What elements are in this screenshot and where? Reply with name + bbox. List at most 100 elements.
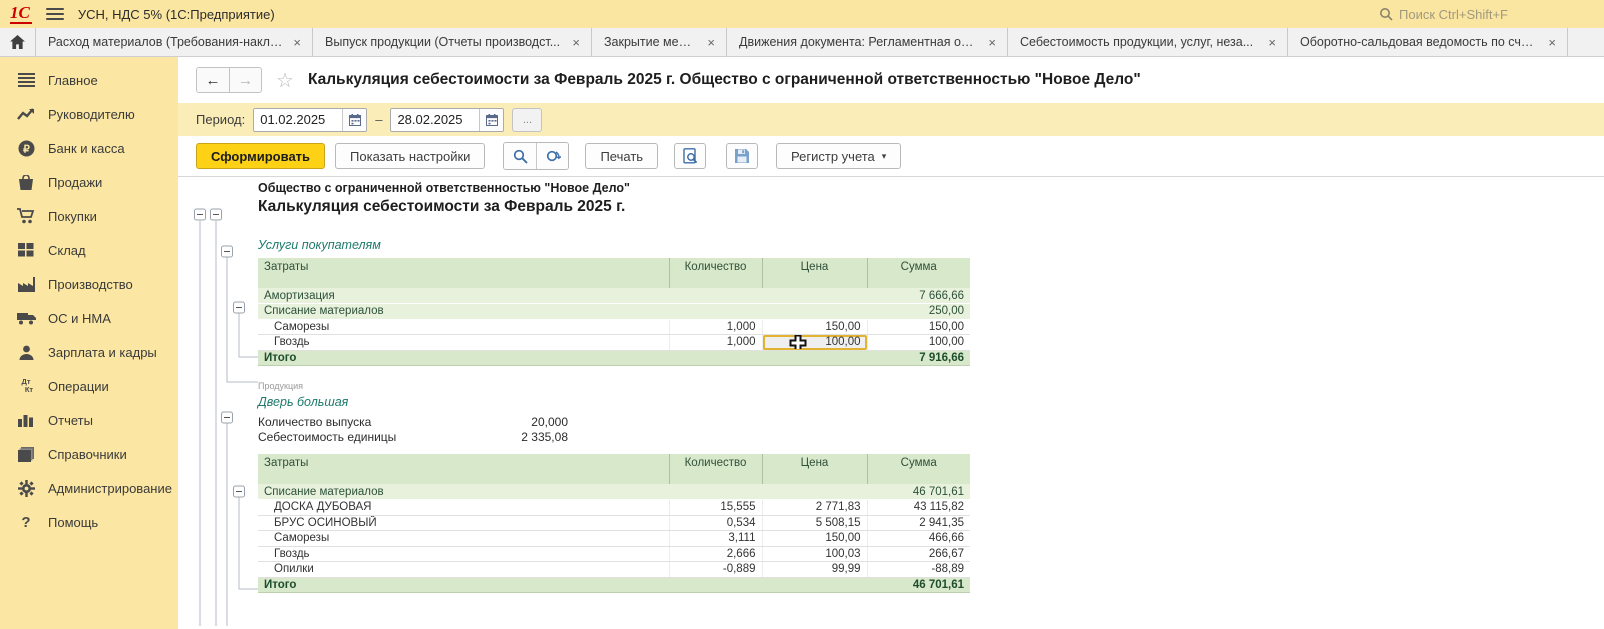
close-icon[interactable]: ×: [569, 35, 583, 50]
show-settings-button[interactable]: Показать настройки: [335, 143, 485, 169]
period-label: Период:: [196, 112, 245, 127]
chevron-down-icon: ▾: [882, 151, 887, 162]
close-icon[interactable]: ×: [1265, 35, 1279, 50]
sidebar-item-prodazhi[interactable]: Продажи: [0, 165, 178, 199]
generate-button[interactable]: Сформировать: [196, 143, 325, 169]
collapse-group-icon[interactable]: [211, 209, 222, 220]
sidebar-item-operacii[interactable]: ДтКт Операции: [0, 369, 178, 403]
collapse-group-icon[interactable]: [234, 486, 245, 497]
report-area: Общество с ограниченной ответственностью…: [178, 177, 1604, 626]
section-kicker: Продукция: [258, 381, 1058, 391]
main-menu-icon[interactable]: [46, 8, 64, 20]
tab-dvizheniya-dokumenta[interactable]: Движения документа: Регламентная оп... ×: [727, 28, 1008, 56]
column-header[interactable]: Количество: [669, 258, 762, 288]
cell-cursor-icon: [789, 335, 807, 351]
close-icon[interactable]: ×: [704, 35, 718, 50]
tab-vypusk-produkcii[interactable]: Выпуск продукции (Отчеты производст... ×: [313, 28, 592, 56]
sidebar-item-administrirovanie[interactable]: Администрирование: [0, 471, 178, 505]
svg-text:₽: ₽: [23, 143, 30, 155]
table-row: Списание материалов 250,00: [258, 304, 970, 320]
table-row: Саморезы 3,111 150,00 466,66: [258, 531, 970, 547]
close-icon[interactable]: ×: [1545, 35, 1559, 50]
period-from-field: [253, 108, 367, 132]
tab-rashod-materialov[interactable]: Расход материалов (Требования-накла... ×: [36, 28, 313, 56]
table-row: БРУС ОСИНОВЫЙ 0,534 5 508,15 2 941,35: [258, 515, 970, 531]
selected-cell[interactable]: 100,00: [762, 335, 867, 351]
column-header[interactable]: Цена: [762, 454, 867, 484]
sidebar-item-sklad[interactable]: Склад: [0, 233, 178, 267]
back-button[interactable]: ←: [197, 68, 229, 92]
register-dropdown[interactable]: Регистр учета ▾: [776, 143, 901, 169]
column-header[interactable]: Количество: [669, 454, 762, 484]
save-button[interactable]: [726, 143, 758, 169]
collapse-group-icon[interactable]: [195, 209, 206, 220]
search-icon: [513, 149, 528, 164]
collapse-group-icon[interactable]: [222, 412, 233, 423]
sidebar-item-proizvodstvo[interactable]: Производство: [0, 267, 178, 301]
sidebar-item-zarplata-i-kadry[interactable]: Зарплата и кадры: [0, 335, 178, 369]
print-button[interactable]: Печать: [585, 143, 658, 169]
sidebar-item-spravochniki[interactable]: Справочники: [0, 437, 178, 471]
tab-zakrytie-mesyaca[interactable]: Закрытие месяца ×: [592, 28, 727, 56]
tab-sebestoimost[interactable]: Себестоимость продукции, услуг, неза... …: [1008, 28, 1288, 56]
person-icon: [16, 342, 36, 362]
favorite-star-icon[interactable]: ☆: [276, 68, 294, 93]
factory-icon: [16, 274, 36, 294]
sidebar-item-otchety[interactable]: Отчеты: [0, 403, 178, 437]
table-header-row: Затраты Количество Цена Сумма: [258, 258, 970, 288]
period-to-input[interactable]: [391, 109, 479, 131]
calendar-icon[interactable]: [342, 109, 366, 131]
sidebar-item-rukovoditelyu[interactable]: Руководителю: [0, 97, 178, 131]
grouping-outline: [178, 177, 258, 626]
collapse-group-icon[interactable]: [234, 302, 245, 313]
tab-osv[interactable]: Оборотно-сальдовая ведомость по сче... ×: [1288, 28, 1568, 56]
sidebar-item-pokupki[interactable]: Покупки: [0, 199, 178, 233]
column-header[interactable]: Сумма: [867, 258, 970, 288]
section-name-product[interactable]: Дверь большая: [258, 395, 1058, 409]
table-row: Саморезы 1,000 150,00 150,00: [258, 319, 970, 335]
column-header[interactable]: Сумма: [867, 454, 970, 484]
truck-icon: [16, 308, 36, 328]
info-row: Количество выпуска 20,000: [258, 414, 568, 430]
services-cost-table: Затраты Количество Цена Сумма Амортизаци…: [258, 258, 970, 366]
1c-logo-icon: 1С: [10, 4, 32, 24]
cart-icon: [16, 206, 36, 226]
history-nav: ← →: [196, 67, 262, 93]
question-icon: ?: [16, 512, 36, 532]
column-header[interactable]: Цена: [762, 258, 867, 288]
sidebar-item-pomosch[interactable]: ? Помощь: [0, 505, 178, 539]
report-title: Калькуляция себестоимости за Февраль 202…: [258, 198, 1058, 216]
books-icon: [16, 444, 36, 464]
sidebar-item-os-i-nma[interactable]: ОС и НМА: [0, 301, 178, 335]
table-total-row: Итого 7 916,66: [258, 350, 970, 366]
find-button[interactable]: [504, 143, 536, 169]
global-search[interactable]: [1379, 7, 1594, 22]
period-more-button[interactable]: ...: [512, 108, 542, 132]
table-row: Амортизация 7 666,66: [258, 288, 970, 304]
report-company: Общество с ограниченной ответственностью…: [258, 181, 1058, 195]
pallet-icon: [16, 240, 36, 260]
find-next-button[interactable]: [536, 143, 568, 169]
menu-lines-icon: [16, 70, 36, 90]
home-tab[interactable]: [0, 28, 36, 56]
period-panel: Период: – ...: [178, 103, 1604, 136]
table-row: Гвоздь 2,666 100,03 266,67: [258, 546, 970, 562]
calendar-icon[interactable]: [479, 109, 503, 131]
dtkt-icon: ДтКт: [16, 376, 36, 396]
sidebar-item-glavnoe[interactable]: Главное: [0, 63, 178, 97]
info-row: Себестоимость единицы 2 335,08: [258, 430, 568, 446]
column-header[interactable]: Затраты: [258, 258, 669, 288]
table-row: ДОСКА ДУБОВАЯ 15,555 2 771,83 43 115,82: [258, 500, 970, 516]
print-preview-button[interactable]: [674, 143, 706, 169]
forward-button[interactable]: →: [229, 68, 261, 92]
close-icon[interactable]: ×: [290, 35, 304, 50]
period-dash: –: [375, 112, 382, 127]
sidebar-item-bank-i-kassa[interactable]: ₽ Банк и касса: [0, 131, 178, 165]
section-name-services[interactable]: Услуги покупателям: [258, 238, 1058, 252]
period-from-input[interactable]: [254, 109, 342, 131]
global-search-input[interactable]: [1399, 7, 1579, 22]
table-row: Опилки -0,889 99,99 -88,89: [258, 562, 970, 578]
column-header[interactable]: Затраты: [258, 454, 669, 484]
collapse-group-icon[interactable]: [222, 246, 233, 257]
close-icon[interactable]: ×: [985, 35, 999, 50]
